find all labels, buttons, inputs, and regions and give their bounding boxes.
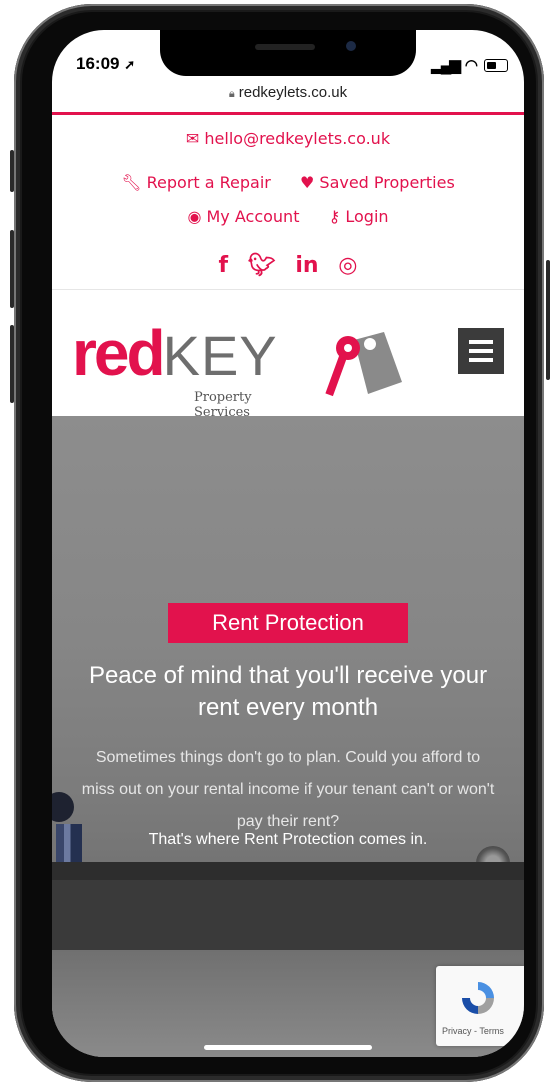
hero-body: Sometimes things don't go to plan. Could…: [81, 749, 495, 830]
home-indicator[interactable]: [204, 1045, 372, 1050]
saved-properties-label: Saved Properties: [319, 173, 455, 192]
side-button-left-3: [10, 325, 14, 403]
instagram-icon[interactable]: ◎: [338, 253, 357, 278]
decor-shelf: [52, 862, 524, 880]
key-tag-icon: [325, 332, 402, 397]
screen: 16:09 ➚ ▂▄▆ ◠ 🔒︎ redkeylets.co.uk ✉ hello…: [52, 30, 524, 1057]
facebook-icon[interactable]: f: [219, 253, 229, 278]
email-row: ✉ hello@redkeylets.co.uk: [52, 129, 524, 148]
camera: [346, 41, 356, 51]
envelope-icon: ✉: [185, 129, 200, 148]
links-row-2: ◉ My Account ⚷ Login: [52, 207, 524, 226]
menu-bar: [469, 349, 493, 353]
wrench-icon: 🔧︎: [121, 173, 142, 192]
my-account-label: My Account: [206, 207, 300, 226]
user-circle-icon: ◉: [187, 207, 202, 226]
recaptcha-icon: [462, 982, 494, 1014]
report-repair-label: Report a Repair: [146, 173, 271, 192]
email-link[interactable]: hello@redkeylets.co.uk: [204, 129, 390, 148]
speaker: [255, 44, 315, 50]
side-button-right: [546, 260, 550, 380]
battery-icon: [484, 58, 508, 72]
signal-icon: ▂▄▆: [431, 57, 461, 74]
links-row-1: 🔧︎ Report a Repair ♥ Saved Properties: [52, 173, 524, 192]
decor-cabinet: [52, 880, 524, 950]
logo-bar: redKEY Property Services: [52, 290, 524, 420]
site-logo[interactable]: redKEY Property Services: [72, 316, 402, 420]
linkedin-icon[interactable]: in: [295, 253, 318, 278]
notch: [160, 30, 416, 76]
social-links: f 🐦︎ in ◎: [52, 253, 524, 278]
hero-section: Rent Protection Peace of mind that you'l…: [52, 416, 524, 1057]
url-text: redkeylets.co.uk: [238, 84, 348, 101]
heart-icon: ♥: [299, 173, 315, 192]
twitter-icon[interactable]: 🐦︎: [248, 253, 276, 278]
status-icons: ▂▄▆ ◠: [431, 56, 508, 74]
menu-bar: [469, 340, 493, 344]
logo-key-text: KEY: [162, 324, 278, 387]
login-label: Login: [345, 207, 389, 226]
decor-ball: [52, 792, 74, 822]
saved-properties-link[interactable]: ♥ Saved Properties: [300, 173, 455, 192]
hamburger-menu-button[interactable]: [458, 328, 504, 374]
status-time: 16:09 ➚: [76, 54, 136, 73]
recaptcha-badge[interactable]: Privacy - Terms: [436, 966, 524, 1046]
wifi-icon: ◠: [464, 57, 478, 74]
hero-heading: Peace of mind that you'll receive your r…: [88, 662, 488, 721]
menu-bar: [469, 358, 493, 362]
recaptcha-text[interactable]: Privacy - Terms: [442, 1026, 504, 1036]
lock-icon: 🔒︎: [228, 88, 235, 100]
logo-red-text: red: [72, 317, 166, 389]
location-arrow-icon: ➚: [124, 57, 136, 72]
hero-badge: Rent Protection: [168, 603, 408, 643]
side-button-left-1: [10, 150, 14, 192]
login-link[interactable]: ⚷ Login: [329, 207, 389, 226]
key-icon: ⚷: [328, 207, 341, 226]
hero-callout: That's where Rent Protection comes in.: [148, 831, 428, 848]
report-repair-link[interactable]: 🔧︎ Report a Repair: [121, 173, 271, 192]
top-header: ✉ hello@redkeylets.co.uk 🔧︎ Report a Rep…: [52, 115, 524, 289]
address-bar[interactable]: 🔒︎ redkeylets.co.uk: [52, 82, 524, 112]
my-account-link[interactable]: ◉ My Account: [187, 207, 299, 226]
side-button-left-2: [10, 230, 14, 308]
